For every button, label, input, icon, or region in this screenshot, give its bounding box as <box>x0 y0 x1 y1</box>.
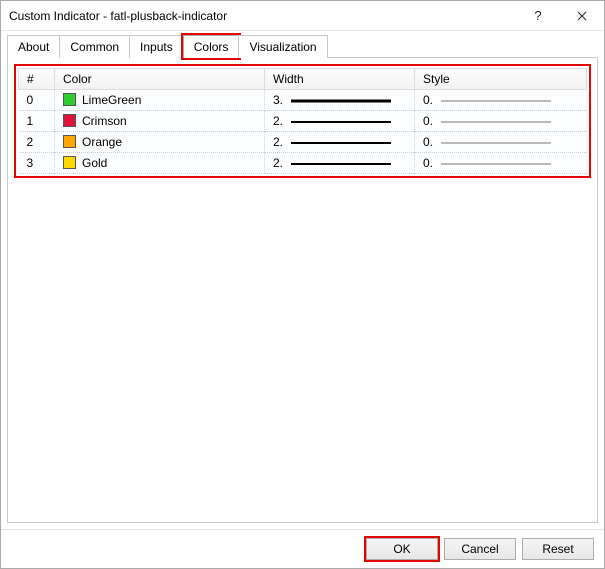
tab-inputs[interactable]: Inputs <box>129 35 184 58</box>
cell-color[interactable]: Gold <box>55 153 265 174</box>
cancel-button[interactable]: Cancel <box>444 538 516 560</box>
color-name: Gold <box>82 156 107 170</box>
width-value: 2. <box>273 114 283 128</box>
close-button[interactable] <box>560 1 604 31</box>
cell-style[interactable]: 0. <box>415 132 587 153</box>
table-header-row: # Color Width Style <box>19 69 587 90</box>
window-title: Custom Indicator - fatl-plusback-indicat… <box>9 9 516 23</box>
width-sample-icon <box>291 138 391 148</box>
reset-button[interactable]: Reset <box>522 538 594 560</box>
cell-index: 3 <box>19 153 55 174</box>
cell-color[interactable]: Crimson <box>55 111 265 132</box>
colors-table-highlight: # Color Width Style 0 LimeGreen 3. 0. 1 Crims… <box>14 64 591 178</box>
color-name: Crimson <box>82 114 127 128</box>
style-sample-icon <box>441 96 551 106</box>
style-value: 0. <box>423 93 433 107</box>
cell-style[interactable]: 0. <box>415 111 587 132</box>
color-swatch <box>63 114 76 127</box>
close-icon <box>577 11 587 21</box>
style-value: 0. <box>423 135 433 149</box>
width-sample-icon <box>291 117 391 127</box>
dialog-content: AboutCommonInputsColorsVisualization # C… <box>1 31 604 529</box>
width-value: 2. <box>273 135 283 149</box>
titlebar: Custom Indicator - fatl-plusback-indicat… <box>1 1 604 31</box>
table-row[interactable]: 3 Gold 2. 0. <box>19 153 587 174</box>
cell-width[interactable]: 2. <box>265 132 415 153</box>
header-index[interactable]: # <box>19 69 55 90</box>
color-name: Orange <box>82 135 122 149</box>
help-button[interactable]: ? <box>516 1 560 31</box>
table-row[interactable]: 2 Orange 2. 0. <box>19 132 587 153</box>
cell-width[interactable]: 3. <box>265 90 415 111</box>
cell-index: 1 <box>19 111 55 132</box>
table-row[interactable]: 0 LimeGreen 3. 0. <box>19 90 587 111</box>
header-style[interactable]: Style <box>415 69 587 90</box>
cell-index: 0 <box>19 90 55 111</box>
style-sample-icon <box>441 117 551 127</box>
tab-visualization[interactable]: Visualization <box>238 35 327 58</box>
style-value: 0. <box>423 156 433 170</box>
ok-button[interactable]: OK <box>366 538 438 560</box>
color-name: LimeGreen <box>82 93 141 107</box>
style-sample-icon <box>441 159 551 169</box>
cell-index: 2 <box>19 132 55 153</box>
cell-style[interactable]: 0. <box>415 90 587 111</box>
header-color[interactable]: Color <box>55 69 265 90</box>
tab-colors[interactable]: Colors <box>183 35 240 58</box>
width-value: 3. <box>273 93 283 107</box>
cell-color[interactable]: Orange <box>55 132 265 153</box>
header-width[interactable]: Width <box>265 69 415 90</box>
dialog-footer: OK Cancel Reset <box>1 529 604 568</box>
style-value: 0. <box>423 114 433 128</box>
color-swatch <box>63 156 76 169</box>
tab-strip: AboutCommonInputsColorsVisualization <box>7 35 598 58</box>
tab-common[interactable]: Common <box>59 35 130 58</box>
colors-table: # Color Width Style 0 LimeGreen 3. 0. 1 Crims… <box>18 68 587 174</box>
cell-color[interactable]: LimeGreen <box>55 90 265 111</box>
table-body: 0 LimeGreen 3. 0. 1 Crimson 2. 0. 2 Orange 2. 0. 3 Go… <box>19 90 587 174</box>
cell-style[interactable]: 0. <box>415 153 587 174</box>
width-sample-icon <box>291 159 391 169</box>
color-swatch <box>63 135 76 148</box>
style-sample-icon <box>441 138 551 148</box>
tab-about[interactable]: About <box>7 35 60 58</box>
cell-width[interactable]: 2. <box>265 153 415 174</box>
width-sample-icon <box>291 96 391 106</box>
tab-panel-colors: # Color Width Style 0 LimeGreen 3. 0. 1 Crims… <box>7 57 598 523</box>
width-value: 2. <box>273 156 283 170</box>
table-row[interactable]: 1 Crimson 2. 0. <box>19 111 587 132</box>
cell-width[interactable]: 2. <box>265 111 415 132</box>
color-swatch <box>63 93 76 106</box>
